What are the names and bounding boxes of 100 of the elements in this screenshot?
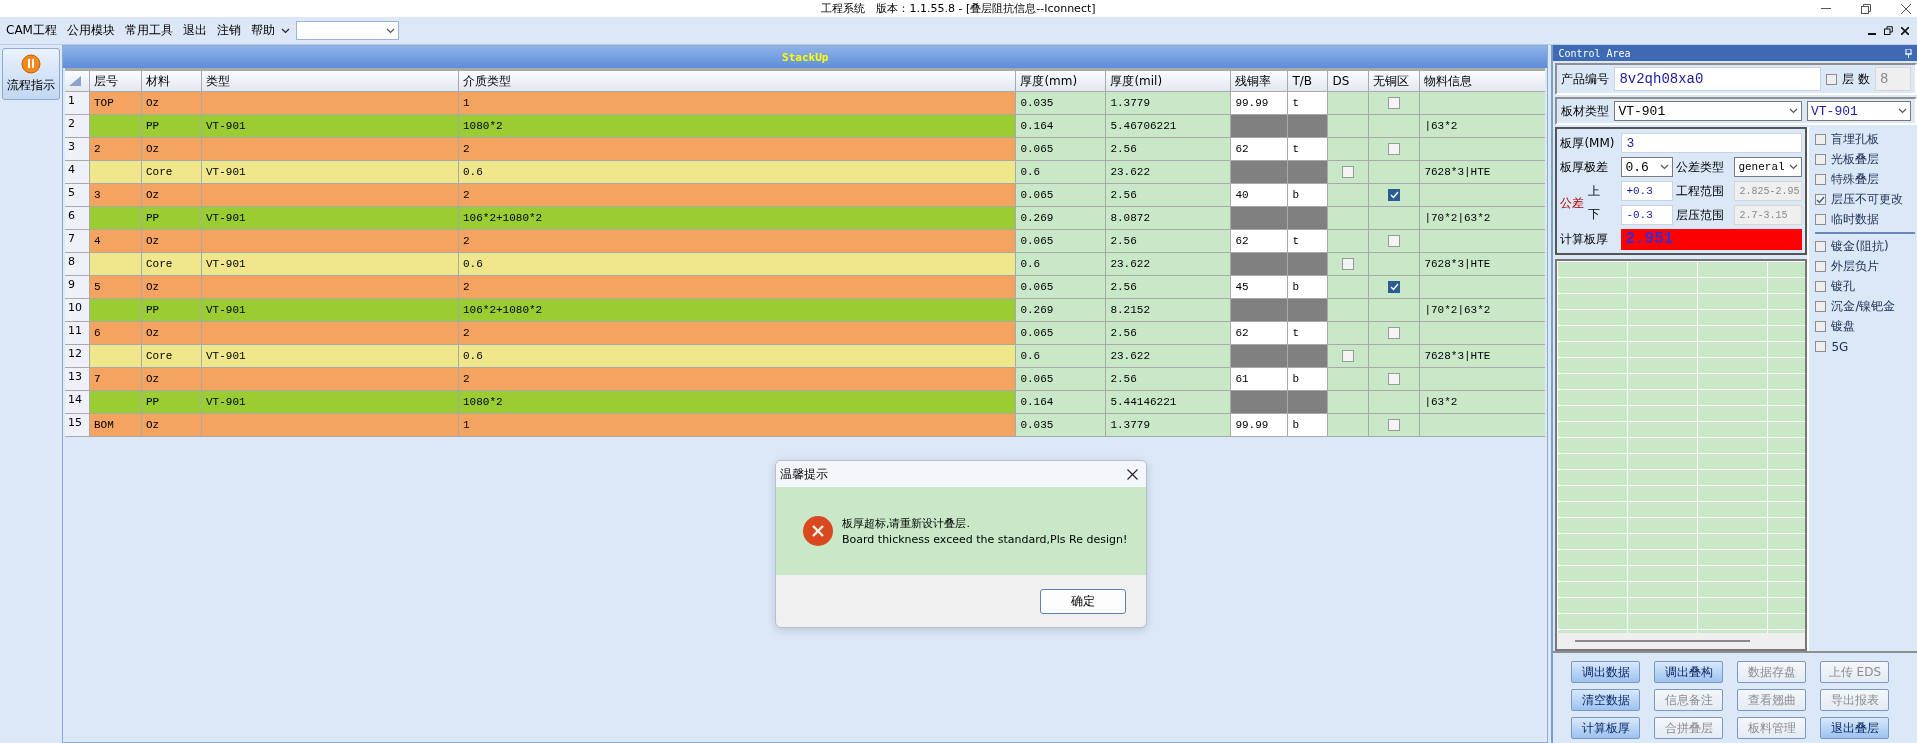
upper-tolerance-field[interactable]: +0.3 bbox=[1621, 181, 1674, 201]
table-cell: Oz bbox=[142, 322, 201, 344]
row-number: 10 bbox=[65, 299, 89, 321]
checkbox[interactable] bbox=[1815, 241, 1827, 252]
row-number: 7 bbox=[65, 230, 89, 252]
checkbox[interactable] bbox=[1388, 97, 1401, 109]
lower-tolerance-field[interactable]: -0.3 bbox=[1621, 205, 1674, 225]
table-cell: 1 bbox=[459, 92, 1016, 114]
scrollbar[interactable] bbox=[1557, 633, 1806, 649]
product-number-field[interactable]: 8v2qh08xa0 bbox=[1614, 67, 1822, 91]
dialog-message: Board thickness exceed the standard,Pls Re design! bbox=[842, 533, 1128, 546]
table-cell: 2.56 bbox=[1106, 230, 1231, 252]
table-cell bbox=[1328, 207, 1369, 229]
table-cell: 1 bbox=[459, 414, 1016, 436]
checkbox[interactable] bbox=[1815, 321, 1827, 332]
table-cell: 106*2+1080*2 bbox=[459, 207, 1016, 229]
column-header[interactable]: 无铜区 bbox=[1369, 71, 1420, 91]
table-cell: 62 bbox=[1231, 138, 1288, 160]
menu-item[interactable]: 帮助 bbox=[246, 20, 294, 41]
checkbox[interactable] bbox=[1388, 419, 1401, 431]
field-label: 层压范围 bbox=[1676, 206, 1726, 224]
range-select[interactable]: 0.6 bbox=[1621, 157, 1674, 177]
action-button[interactable]: 计算板厚 bbox=[1571, 717, 1641, 739]
checkbox[interactable] bbox=[1815, 281, 1827, 292]
checkbox[interactable] bbox=[1815, 154, 1827, 165]
pin-icon[interactable] bbox=[1905, 48, 1912, 58]
row-number: 6 bbox=[65, 207, 89, 229]
upper-label: 上 bbox=[1588, 183, 1601, 200]
caret-icon bbox=[1660, 164, 1670, 170]
column-header[interactable]: T/B bbox=[1288, 71, 1328, 91]
action-button[interactable]: 调出数据 bbox=[1571, 661, 1641, 683]
action-button[interactable]: 调出叠构 bbox=[1654, 661, 1724, 683]
checkbox[interactable] bbox=[1815, 301, 1827, 312]
checkbox[interactable] bbox=[1388, 327, 1401, 339]
board-type-select[interactable]: VT-901 bbox=[1614, 101, 1802, 121]
field-label: 工程范围 bbox=[1676, 182, 1726, 200]
checkbox[interactable] bbox=[1388, 281, 1401, 293]
table-cell: VT-901 bbox=[202, 299, 458, 321]
board-type-select[interactable]: VT-901 bbox=[1807, 101, 1911, 121]
action-button[interactable]: 退出叠层 bbox=[1820, 717, 1890, 739]
table-cell bbox=[1231, 253, 1288, 275]
checkbox[interactable] bbox=[1815, 174, 1827, 185]
table-cell: Core bbox=[142, 161, 201, 183]
table-cell bbox=[1328, 299, 1369, 321]
table-cell: 2.56 bbox=[1106, 184, 1231, 206]
menu-item[interactable]: 注销 bbox=[212, 20, 245, 41]
table-cell: 45 bbox=[1231, 276, 1288, 298]
lower-label: 下 bbox=[1588, 206, 1601, 223]
option-label: 特殊叠层 bbox=[1831, 171, 1880, 188]
menu-item[interactable]: 常用工具 bbox=[120, 20, 177, 41]
checkbox[interactable] bbox=[1342, 166, 1355, 178]
column-header[interactable]: 残铜率 bbox=[1231, 71, 1288, 91]
checkbox[interactable] bbox=[1388, 235, 1401, 247]
restore-icon[interactable] bbox=[1884, 26, 1893, 35]
tolerance-type-select[interactable]: general bbox=[1734, 157, 1803, 177]
thickness-field[interactable]: 3 bbox=[1621, 133, 1803, 153]
close-icon[interactable] bbox=[1127, 468, 1138, 480]
checkbox[interactable] bbox=[1815, 261, 1827, 272]
column-header[interactable]: 材料 bbox=[142, 71, 201, 91]
checkbox[interactable] bbox=[1815, 341, 1827, 352]
table-cell bbox=[1231, 161, 1288, 183]
table-cell: b bbox=[1288, 184, 1328, 206]
ok-button[interactable]: 确定 bbox=[1040, 588, 1126, 614]
checkbox[interactable] bbox=[1815, 134, 1827, 145]
column-header[interactable]: 厚度(mm) bbox=[1016, 71, 1106, 91]
close-icon[interactable] bbox=[1901, 26, 1909, 35]
table-cell: 23.622 bbox=[1106, 253, 1231, 275]
restore-icon[interactable] bbox=[1861, 3, 1871, 14]
column-header[interactable]: 厚度(mil) bbox=[1106, 71, 1231, 91]
checkbox[interactable] bbox=[1388, 143, 1401, 155]
window-title: 工程系统 版本：1.1.55.8 - [叠层阻抗信息--Iconnect] bbox=[821, 1, 1096, 17]
table-cell: 5.46706221 bbox=[1106, 115, 1231, 137]
scrollbar-thumb[interactable] bbox=[1575, 640, 1751, 642]
field-label: 板厚(MM) bbox=[1560, 134, 1616, 152]
column-header[interactable]: 层号 bbox=[90, 71, 141, 91]
column-header[interactable]: 类型 bbox=[202, 71, 458, 91]
close-icon[interactable] bbox=[1901, 3, 1911, 14]
column-header[interactable]: 物料信息 bbox=[1420, 71, 1546, 91]
action-button[interactable]: 清空数据 bbox=[1571, 689, 1641, 711]
column-header[interactable]: DS bbox=[1328, 71, 1369, 91]
menu-item[interactable]: CAM工程 bbox=[2, 20, 61, 41]
row-number: 15 bbox=[65, 414, 89, 436]
checkbox[interactable] bbox=[1815, 214, 1827, 225]
column-header[interactable]: 介质类型 bbox=[459, 71, 1016, 91]
checkbox[interactable] bbox=[1342, 258, 1355, 270]
checkbox[interactable] bbox=[1815, 194, 1827, 205]
menu-item[interactable]: 退出 bbox=[178, 20, 211, 41]
row-number: 5 bbox=[65, 184, 89, 206]
tolerance-label: 公差 bbox=[1560, 194, 1585, 212]
checkbox[interactable] bbox=[1388, 373, 1401, 385]
table-cell: 99.99 bbox=[1231, 414, 1288, 436]
checkbox[interactable] bbox=[1388, 189, 1401, 201]
checkbox[interactable] bbox=[1342, 350, 1355, 362]
table-cell: VT-901 bbox=[202, 115, 458, 137]
combo-box[interactable] bbox=[295, 21, 399, 40]
minimize-icon[interactable] bbox=[1821, 7, 1831, 10]
menu-item[interactable]: 公用模块 bbox=[62, 20, 119, 41]
option-label: 外层负片 bbox=[1831, 258, 1880, 275]
table-cell: PP bbox=[142, 115, 201, 137]
flow-button[interactable]: 流程指示 bbox=[2, 48, 60, 100]
